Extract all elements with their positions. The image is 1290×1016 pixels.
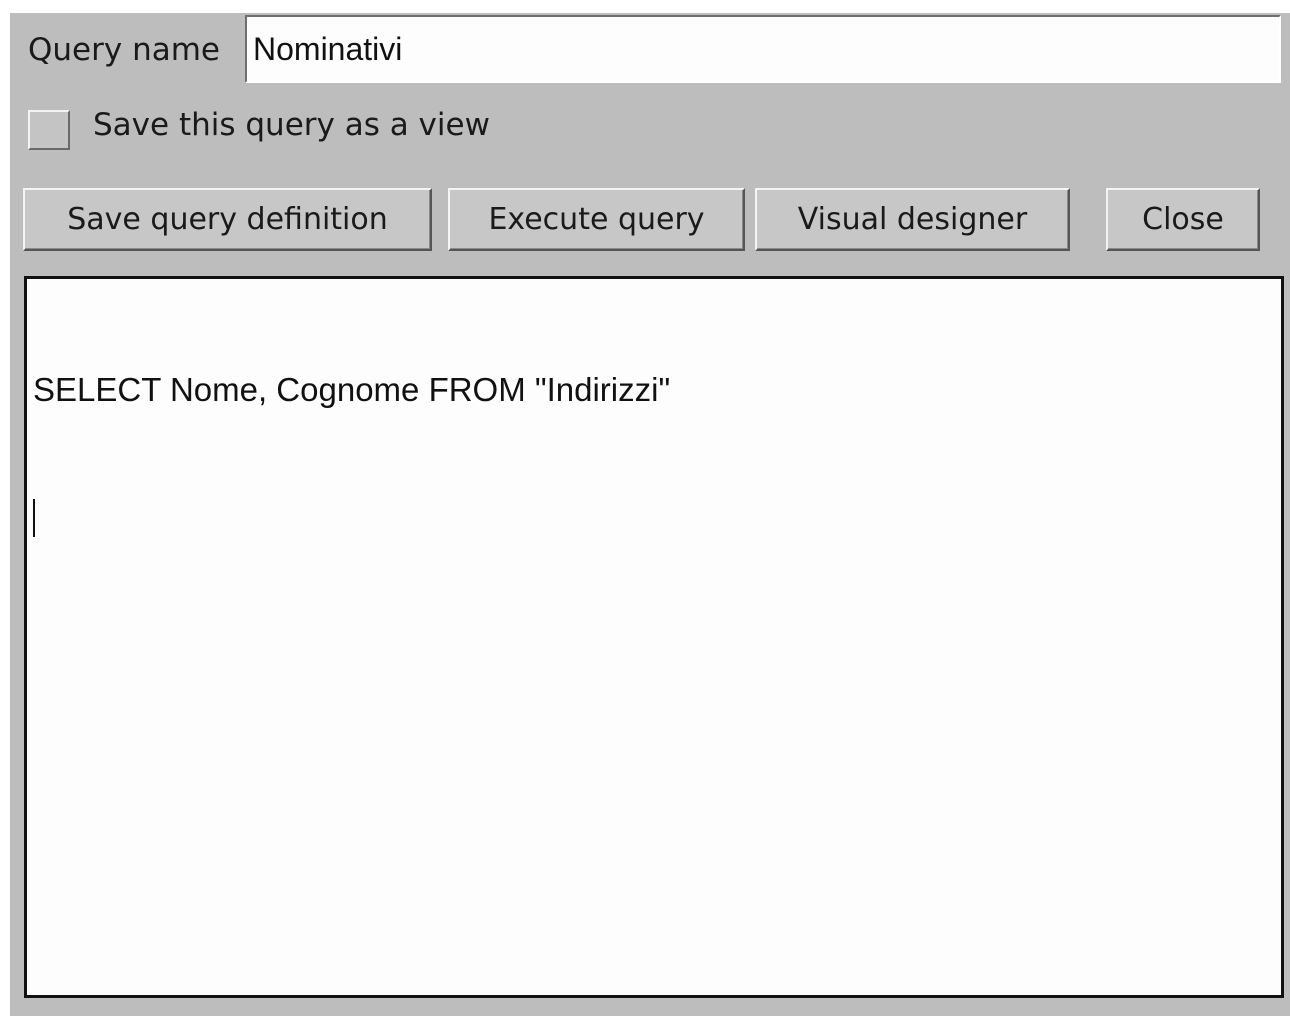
query-name-label: Query name <box>28 32 220 68</box>
sql-editor[interactable]: SELECT Nome, Cognome FROM "Indirizzi" <box>24 276 1284 998</box>
save-as-view-row[interactable]: Save this query as a view <box>28 101 490 150</box>
save-as-view-checkbox[interactable] <box>28 110 70 150</box>
save-query-definition-button[interactable]: Save query definition <box>23 188 432 251</box>
query-dialog: Query name Save this query as a view Sav… <box>10 13 1290 1016</box>
sql-text-line: SELECT Nome, Cognome FROM "Indirizzi" <box>33 371 671 408</box>
visual-designer-button[interactable]: Visual designer <box>755 188 1070 251</box>
execute-query-button[interactable]: Execute query <box>448 188 745 251</box>
save-as-view-label[interactable]: Save this query as a view <box>93 103 490 147</box>
close-button[interactable]: Close <box>1106 188 1260 251</box>
query-name-input[interactable] <box>245 15 1281 83</box>
text-caret <box>33 499 35 537</box>
